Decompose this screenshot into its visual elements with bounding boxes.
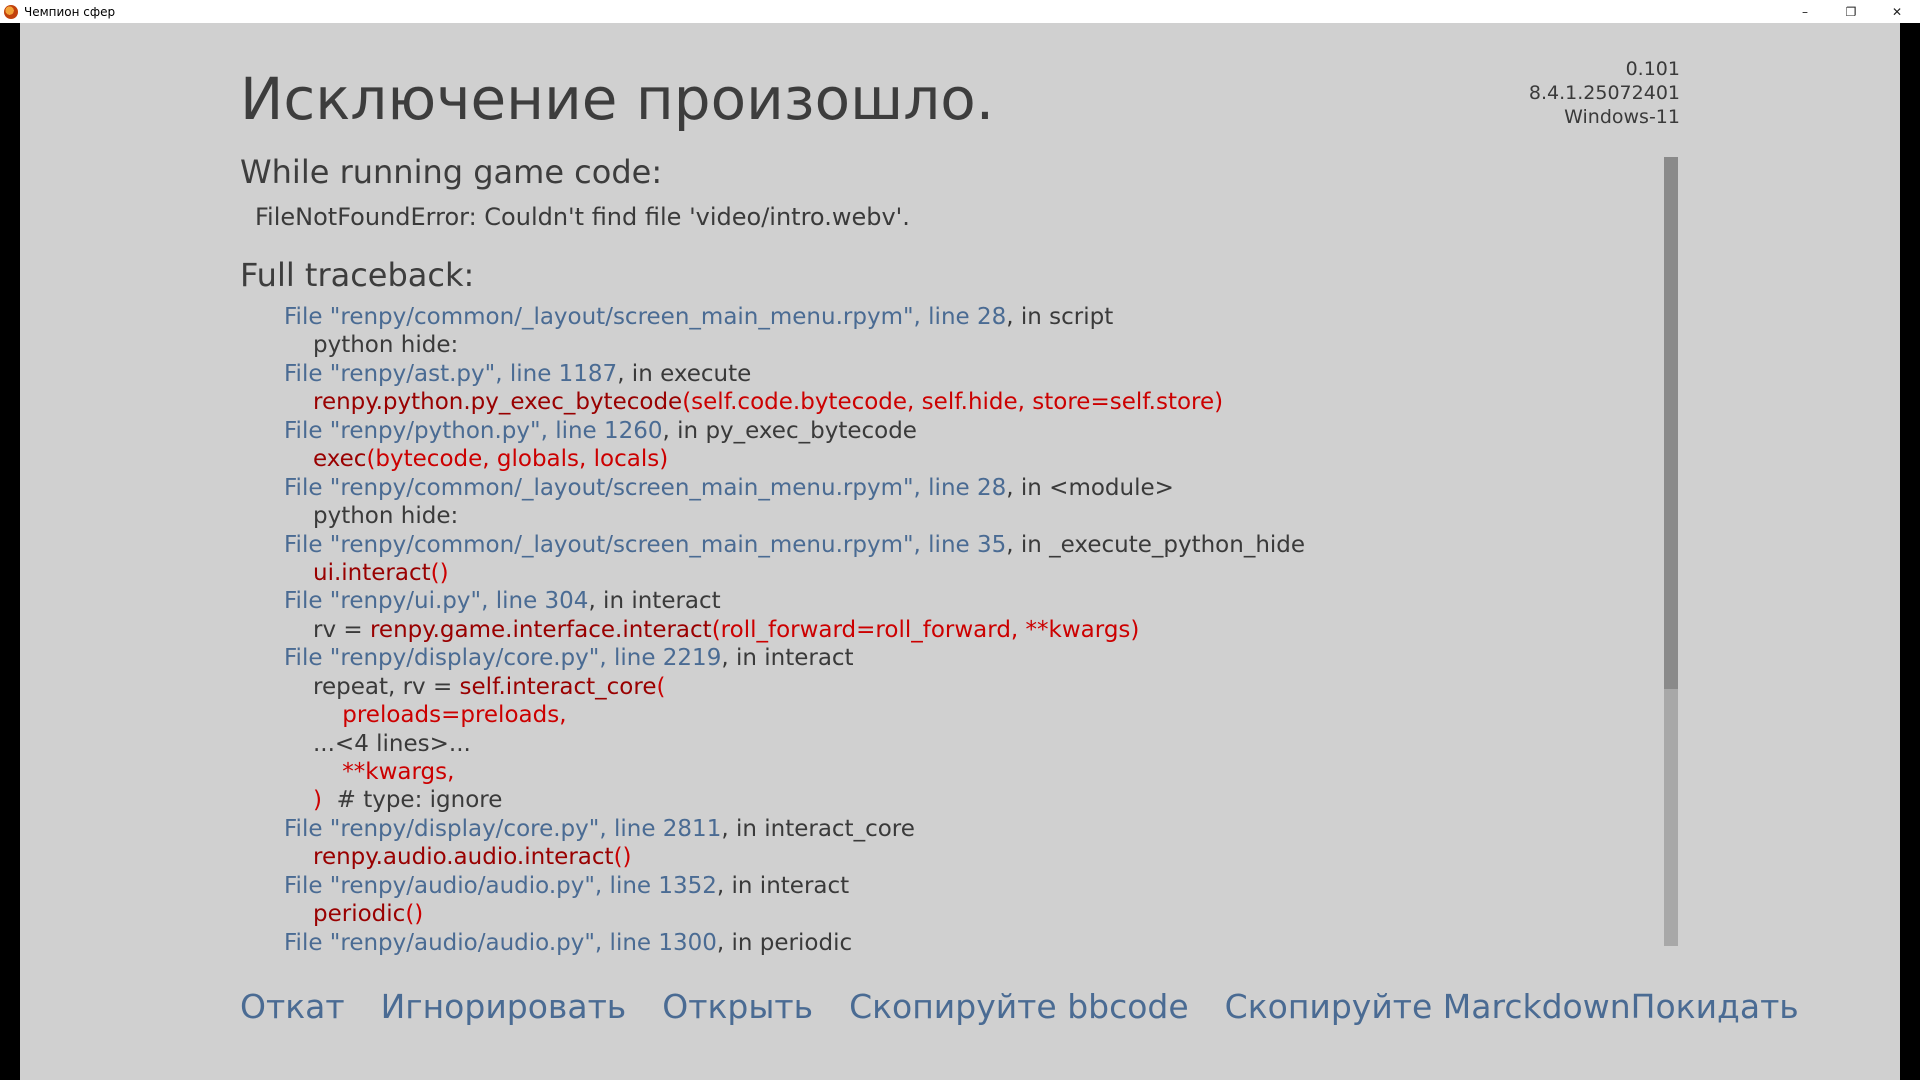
traceback-file-link[interactable]: File "renpy/ui.py", line 304 [284, 588, 588, 614]
copy-markdown-button[interactable]: Скопируйте Marckdown [1225, 987, 1631, 1026]
traceback-file-line[interactable]: File "renpy/common/_layout/screen_main_m… [270, 303, 1670, 331]
traceback-code-line: rv = renpy.game.interface.interact(roll_… [270, 616, 1670, 644]
traceback-file-link[interactable]: File "renpy/display/core.py", line 2219 [284, 645, 721, 671]
traceback-text: , in _execute_python_hide [1006, 531, 1306, 558]
traceback-text: renpy.game.interface.interact [369, 616, 712, 643]
traceback-file-link[interactable]: File "renpy/python.py", line 1260 [284, 418, 663, 444]
traceback-text: ) [313, 787, 322, 814]
traceback-code-line: repeat, rv = self.interact_core( [270, 673, 1670, 701]
traceback-text: (self.code.bytecode, self.hide, store=se… [682, 389, 1224, 416]
traceback-list[interactable]: File "renpy/common/_layout/screen_main_m… [270, 303, 1670, 968]
traceback-text: () [405, 901, 424, 928]
traceback-file-line[interactable]: File "renpy/ast.py", line 1187, in execu… [270, 360, 1670, 388]
traceback-file-link[interactable]: File "renpy/common/_layout/screen_main_m… [284, 475, 1006, 501]
traceback-text: () [613, 844, 632, 871]
traceback-text: exec [313, 446, 367, 473]
traceback-text: (roll_forward=roll_forward, **kwargs) [711, 616, 1140, 643]
traceback-text: python hide: [313, 503, 459, 530]
platform-version: Windows-11 [1564, 106, 1680, 128]
traceback-code-line: **kwargs, [270, 758, 1670, 786]
window-title: Чемпион сфер [24, 4, 116, 19]
action-bar: Откат Игнорировать Открыть Скопируйте bb… [240, 981, 1799, 1031]
traceback-text: , in interact [588, 588, 721, 615]
traceback-file-line[interactable]: File "renpy/audio/audio.py", line 1352, … [270, 872, 1670, 900]
while-running-label: While running game code: [240, 153, 663, 191]
traceback-file-link[interactable]: File "renpy/audio/audio.py", line 1352 [284, 873, 717, 899]
scrollbar-thumb[interactable] [1664, 157, 1678, 689]
window-controls: – ❐ ✕ [1782, 0, 1920, 23]
traceback-code-line: renpy.audio.audio.interact() [270, 843, 1670, 871]
traceback-file-line[interactable]: File "renpy/display/core.py", line 2811,… [270, 815, 1670, 843]
open-button[interactable]: Открыть [662, 987, 813, 1026]
traceback-text: , in interact_core [721, 815, 915, 842]
renpy-version: 8.4.1.25072401 [1528, 82, 1680, 104]
traceback-text: , in periodic [716, 929, 853, 956]
traceback-text: , in interact [716, 872, 850, 899]
full-traceback-label: Full traceback: [240, 256, 475, 294]
traceback-text: ui.interact [313, 559, 431, 586]
traceback-code-line: python hide: [270, 331, 1670, 359]
traceback-file-line[interactable]: File "renpy/ui.py", line 304, in interac… [270, 587, 1670, 615]
traceback-text: () [430, 559, 449, 586]
traceback-file-link[interactable]: File "renpy/common/_layout/screen_main_m… [284, 532, 1006, 558]
traceback-text: # type: ignore [321, 787, 503, 814]
traceback-code-line: python hide: [270, 502, 1670, 530]
quit-button[interactable]: Покидать [1631, 987, 1799, 1026]
traceback-code-line: renpy.python.py_exec_bytecode(self.code.… [270, 388, 1670, 416]
window-titlebar[interactable]: Чемпион сфер – ❐ ✕ [0, 0, 1920, 23]
page-title: Исключение произошло. [240, 65, 995, 133]
rollback-button[interactable]: Откат [240, 987, 345, 1026]
minimize-button[interactable]: – [1782, 0, 1828, 23]
traceback-text: , in py_exec_bytecode [662, 417, 917, 444]
traceback-text: python hide: [313, 332, 459, 359]
traceback-text: renpy.python.py_exec_bytecode [313, 389, 683, 416]
traceback-text: , in execute [617, 360, 752, 387]
traceback-text: rv = [313, 616, 370, 643]
traceback-text: renpy.audio.audio.interact [313, 844, 614, 871]
traceback-code-line: ...<4 lines>... [270, 730, 1670, 758]
traceback-text: preloads=preloads, [313, 702, 567, 729]
copy-bbcode-button[interactable]: Скопируйте bbcode [849, 987, 1189, 1026]
app-icon [4, 4, 18, 19]
traceback-scrollbar[interactable] [1664, 157, 1678, 946]
traceback-code-line: preloads=preloads, [270, 701, 1670, 729]
traceback-text: **kwargs, [313, 759, 455, 785]
traceback-code-line: periodic() [270, 900, 1670, 928]
traceback-file-line[interactable]: File "renpy/audio/audio.py", line 1300, … [270, 929, 1670, 957]
traceback-code-line: ui.interact() [270, 559, 1670, 587]
traceback-text: self.interact_core [459, 673, 657, 700]
game-version: 0.101 [1625, 58, 1680, 80]
traceback-file-link[interactable]: File "renpy/common/_layout/screen_main_m… [284, 304, 1006, 330]
exception-screen: 0.101 8.4.1.25072401 Windows-11 Исключен… [20, 23, 1900, 1080]
traceback-text: ( [656, 673, 666, 700]
traceback-text: , in script [1006, 304, 1114, 330]
traceback-code-line: ) # type: ignore [270, 786, 1670, 814]
traceback-file-line[interactable]: File "renpy/python.py", line 1260, in py… [270, 417, 1670, 445]
traceback-text: (bytecode, globals, locals) [366, 446, 669, 473]
traceback-file-line[interactable]: File "renpy/common/_layout/screen_main_m… [270, 474, 1670, 502]
ignore-button[interactable]: Игнорировать [381, 987, 627, 1026]
traceback-file-line[interactable]: File "renpy/display/core.py", line 2219,… [270, 644, 1670, 672]
restore-button[interactable]: ❐ [1828, 0, 1874, 23]
traceback-file-line[interactable]: File "renpy/common/_layout/screen_main_m… [270, 531, 1670, 559]
traceback-text: , in interact [721, 645, 854, 672]
traceback-file-link[interactable]: File "renpy/audio/audio.py", line 1300 [284, 930, 717, 956]
traceback-file-link[interactable]: File "renpy/display/core.py", line 2811 [284, 816, 721, 842]
traceback-code-line: exec(bytecode, globals, locals) [270, 445, 1670, 473]
traceback-text: periodic [313, 901, 406, 928]
traceback-file-link[interactable]: File "renpy/ast.py", line 1187 [284, 361, 617, 387]
close-button[interactable]: ✕ [1874, 0, 1920, 23]
version-info: 0.101 8.4.1.25072401 Windows-11 [1529, 57, 1680, 129]
traceback-text: ...<4 lines>... [313, 730, 471, 757]
error-message: FileNotFoundError: Couldn't find file 'v… [255, 203, 910, 231]
traceback-text: repeat, rv = [313, 673, 460, 700]
traceback-text: , in <module> [1006, 474, 1174, 501]
